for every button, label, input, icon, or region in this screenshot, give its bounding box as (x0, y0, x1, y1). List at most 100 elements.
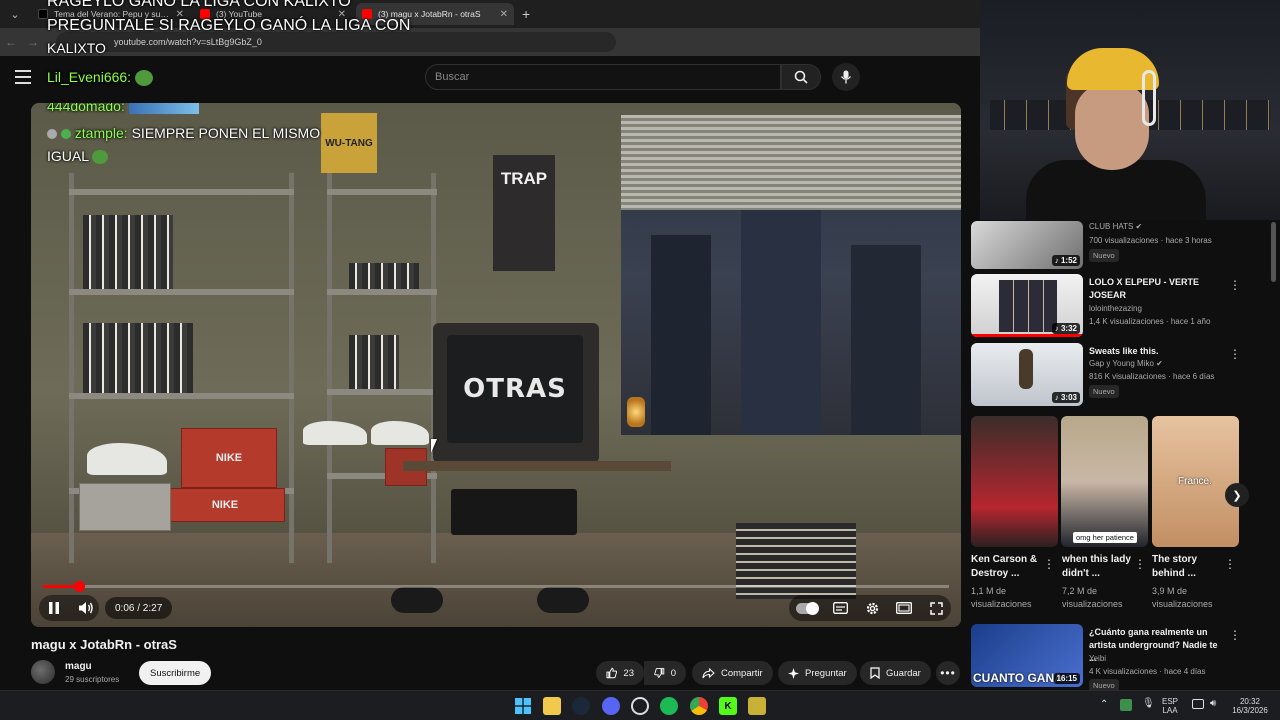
back-icon[interactable]: ← (0, 35, 22, 49)
chat-username: Lil_Eveni666: (47, 69, 132, 85)
short-title[interactable]: when this lady didn't ... (1062, 553, 1132, 581)
network-icon[interactable] (1192, 699, 1204, 709)
video-player[interactable]: WU-TANG TRAP NIKE NIKE OTRAS 444domado: … (31, 103, 961, 627)
shoebox: NIKE (181, 428, 277, 488)
subtitles-icon (832, 602, 848, 614)
spotify-icon[interactable] (660, 697, 678, 715)
clock[interactable]: 20:32 16/3/2026 (1226, 697, 1274, 715)
share-button[interactable]: Compartir (692, 661, 773, 685)
more-vertical-icon[interactable]: ⋮ (1229, 628, 1241, 642)
share-label: Compartir (721, 667, 763, 679)
microphone-tray-icon[interactable]: 🎙︎ (1142, 699, 1155, 709)
discord-icon[interactable] (602, 697, 620, 715)
video-title[interactable]: LOLO X ELPEPU - VERTE JOSEAR (1089, 276, 1219, 302)
short-thumbnail[interactable]: omg her patience (1061, 416, 1148, 547)
short-title[interactable]: The story behind ... (1152, 553, 1222, 581)
video-title[interactable]: Sweats like this. (1089, 345, 1219, 358)
pause-icon (49, 602, 59, 614)
more-vertical-icon[interactable]: ⋮ (1229, 347, 1241, 361)
channel-name[interactable]: Yeibi (1089, 654, 1106, 663)
tab-search-button[interactable]: ⌄ (2, 3, 28, 25)
chrome-icon[interactable] (690, 697, 708, 715)
microphone-icon (840, 70, 852, 84)
pepe-emote-icon (92, 150, 109, 165)
overlay-banner: RAGEYLO GANÓ LA LIGA CON KALIXTO (47, 0, 351, 10)
recommendation-item[interactable]: ♪ 1:52 CLUB HATS ✔ 700 visualizaciones ·… (971, 221, 1251, 271)
music-note-icon: ♪ (1054, 256, 1059, 265)
view-meta: 700 visualizaciones · hace 3 horas (1089, 236, 1212, 245)
file-explorer-icon[interactable] (543, 697, 561, 715)
windows-start-icon[interactable] (514, 697, 532, 715)
security-icon[interactable] (1120, 699, 1132, 711)
chevron-right-icon[interactable]: ❯ (1225, 483, 1249, 507)
pause-button[interactable] (43, 597, 65, 619)
forward-icon[interactable]: → (22, 35, 44, 49)
more-vertical-icon[interactable]: ⋮ (1224, 557, 1236, 571)
kick-icon[interactable]: K (719, 697, 737, 715)
more-vertical-icon[interactable]: ⋮ (1134, 557, 1146, 571)
save-button[interactable]: Guardar (860, 661, 931, 685)
scrollbar[interactable] (1271, 222, 1276, 282)
video-title[interactable]: ¿Cuánto gana realmente un artista underg… (1089, 626, 1219, 665)
short-thumbnail[interactable] (971, 416, 1058, 547)
dislike-button[interactable]: 0 (644, 661, 686, 685)
search-button[interactable] (781, 64, 821, 90)
theater-mode-button[interactable] (893, 597, 915, 619)
tv-title-text: OTRAS (463, 374, 567, 404)
chat-username: ztample: (74, 125, 128, 141)
channel-name[interactable]: CLUB HATS ✔ (1089, 222, 1142, 231)
volume-button[interactable] (75, 597, 97, 619)
recommendation-item[interactable]: CUANTO GANA 16:15 ¿Cuánto gana realmente… (971, 624, 1251, 692)
emote-icon (128, 103, 199, 115)
notes-app-icon[interactable] (748, 697, 766, 715)
video-title: magu x JotabRn - otraS (31, 637, 177, 652)
like-count: 23 (623, 667, 634, 679)
recommendation-item[interactable]: ♪ 3:32 LOLO X ELPEPU - VERTE JOSEAR lolo… (971, 274, 1251, 337)
voice-search-button[interactable] (832, 63, 860, 91)
settings-button[interactable] (861, 597, 883, 619)
more-vertical-icon[interactable]: ⋮ (1043, 557, 1055, 571)
autoplay-icon (796, 601, 819, 615)
emote-icon (134, 70, 153, 87)
channel-name[interactable]: magu (65, 661, 92, 672)
tray-overflow-icon[interactable]: ⌃ (1100, 700, 1108, 710)
ask-button[interactable]: Preguntar (778, 661, 857, 685)
video-thumbnail[interactable]: ♪ 1:52 (971, 221, 1083, 269)
shoebox-label: NIKE (211, 499, 239, 511)
video-thumbnail[interactable]: ♪ 3:03 (971, 343, 1083, 406)
hamburger-menu-icon[interactable] (15, 70, 31, 84)
music-note-icon: ♪ (1054, 393, 1059, 402)
dislike-count: 0 (670, 667, 676, 679)
close-icon[interactable]: ✕ (500, 9, 508, 20)
channel-name[interactable]: lolointhezazing (1089, 304, 1142, 313)
url-field[interactable]: youtube.com/watch?v=sLtBg9GbZ_0 (56, 32, 616, 52)
new-tab-button[interactable]: + (522, 6, 530, 22)
more-actions-button[interactable]: ••• (936, 661, 960, 685)
short-title[interactable]: Ken Carson & Destroy ... (971, 553, 1041, 581)
subscribe-button[interactable]: Suscribirme (139, 661, 212, 685)
recommendation-item[interactable]: ♪ 3:03 Sweats like this. Gap y Young Mik… (971, 343, 1251, 406)
search-input[interactable]: Buscar (425, 64, 781, 90)
openai-icon[interactable] (631, 697, 649, 715)
steam-icon[interactable] (572, 697, 590, 715)
channel-name[interactable]: Gap y Young Miko ✔ (1089, 359, 1163, 368)
progress-bar[interactable] (43, 581, 949, 592)
view-meta: 816 K visualizaciones · hace 6 días (1089, 372, 1215, 381)
window-blinds (621, 115, 961, 210)
thumbs-down-icon (654, 668, 665, 678)
video-thumbnail[interactable]: CUANTO GANA 16:15 (971, 624, 1083, 687)
channel-avatar[interactable] (31, 660, 55, 684)
like-button[interactable]: 23 (596, 661, 644, 685)
more-vertical-icon[interactable]: ⋮ (1229, 278, 1241, 292)
video-thumbnail[interactable]: ♪ 3:32 (971, 274, 1083, 337)
fullscreen-button[interactable] (925, 597, 947, 619)
subscriber-count: 29 suscriptores (65, 675, 120, 684)
keyboard-language[interactable]: ESP LAA (1162, 697, 1178, 715)
autoplay-toggle[interactable] (795, 597, 819, 619)
short-overlay-text: France. (1178, 476, 1212, 487)
short-thumbnail[interactable]: France. (1152, 416, 1239, 547)
volume-tray-icon[interactable]: 🔊︎ (1210, 699, 1216, 709)
poster-label: WU-TANG (325, 137, 373, 149)
chat-username: 444domado: (47, 103, 125, 114)
subtitles-button[interactable] (829, 597, 851, 619)
